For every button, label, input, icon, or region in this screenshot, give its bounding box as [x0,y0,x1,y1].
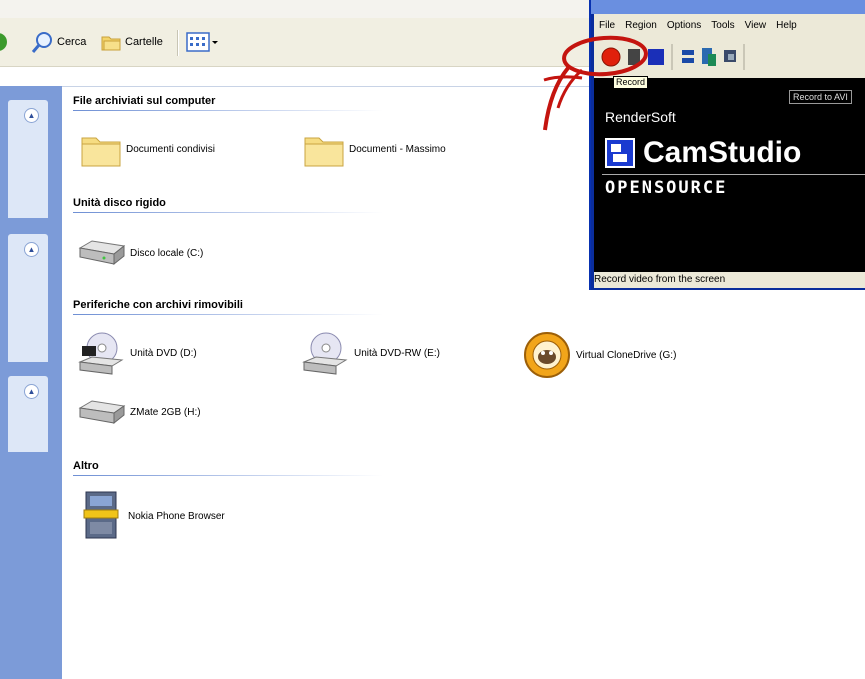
section-title-stored-files: File archiviati sul computer [73,95,216,107]
item-label: Unità DVD-RW (E:) [354,347,440,359]
collapse-chevron-icon[interactable]: ▲ [24,108,39,123]
views-icon [186,32,218,52]
menu-help[interactable]: Help [776,20,797,31]
item-shared-documents[interactable]: Documenti condivisi [80,130,215,168]
item-dvd-rw-e[interactable]: Unità DVD-RW (E:) [300,330,440,376]
item-label: Unità DVD (D:) [130,347,197,359]
item-label: Nokia Phone Browser [128,510,225,522]
window-title-strip [0,0,590,18]
item-local-disk-c[interactable]: Disco locale (C:) [76,238,203,268]
section-divider [73,110,383,111]
toolbar-separator [177,30,179,56]
phone-browser-icon [83,491,119,539]
search-button[interactable]: Cerca [30,30,86,54]
folders-button[interactable]: Cartelle [100,30,163,54]
logo-divider [602,174,865,175]
search-label: Cerca [57,36,87,48]
item-dvd-d[interactable]: Unità DVD (D:) [76,330,197,376]
folders-icon [101,36,121,51]
clonedrive-icon [524,332,570,378]
explorer-toolbar: Cerca Cartelle [0,18,590,67]
removable-drive-icon [78,400,126,425]
item-label: Virtual CloneDrive (G:) [576,349,677,361]
task-pane: ▲ ▲ ▲ [0,86,62,679]
item-label: Documenti condivisi [126,143,215,155]
address-bar[interactable] [0,67,590,87]
task-panel-2: ▲ [8,234,48,362]
item-documents-massimo[interactable]: Documenti - Massimo [303,130,446,168]
section-title-hard-disks: Unità disco rigido [73,197,166,209]
section-title-removable: Periferiche con archivi rimovibili [73,299,243,311]
item-label: ZMate 2GB (H:) [130,406,201,418]
edition-text: OPENSOURCE [605,178,728,198]
task-panel-3: ▲ [8,376,48,452]
product-name: CamStudio [643,136,802,169]
section-divider [73,314,383,315]
annotation-circle-arrow [543,35,648,131]
menu-tools[interactable]: Tools [711,20,734,31]
task-panel-1: ▲ [8,100,48,218]
camstudio-title-bar [591,0,865,14]
item-label: Disco locale (C:) [130,247,204,259]
camstudio-logo-icon [605,138,635,168]
views-button[interactable] [186,30,221,54]
section-divider [73,475,383,476]
dvd-drive-icon [78,332,124,375]
menu-view[interactable]: View [745,20,767,31]
status-text: Record video from the screen [594,274,726,285]
search-icon [31,32,52,53]
folders-label: Cartelle [125,36,163,48]
item-zmate-h[interactable]: ZMate 2GB (H:) [76,398,201,426]
folder-icon [81,137,121,167]
forward-arrow-icon [0,33,7,51]
record-to-avi-badge: Record to AVI [789,90,852,104]
item-virtual-clonedrive-g[interactable]: Virtual CloneDrive (G:) [522,330,676,380]
collapse-chevron-icon[interactable]: ▲ [24,242,39,257]
item-label: Documenti - Massimo [349,143,446,155]
region-icon[interactable] [682,50,694,63]
camstudio-status-bar: Record video from the screen [594,272,865,288]
item-nokia-phone-browser[interactable]: Nokia Phone Browser [80,490,225,542]
hard-drive-icon [78,240,126,266]
dvd-rw-drive-icon [302,332,348,375]
collapse-chevron-icon[interactable]: ▲ [24,384,39,399]
section-title-other: Altro [73,460,99,472]
section-divider [73,212,383,213]
settings-icon[interactable] [724,50,736,62]
annotation-icon[interactable] [702,48,716,66]
folder-icon [304,137,344,167]
forward-button[interactable] [0,30,11,54]
camstudio-logo: CamStudio [605,136,801,170]
